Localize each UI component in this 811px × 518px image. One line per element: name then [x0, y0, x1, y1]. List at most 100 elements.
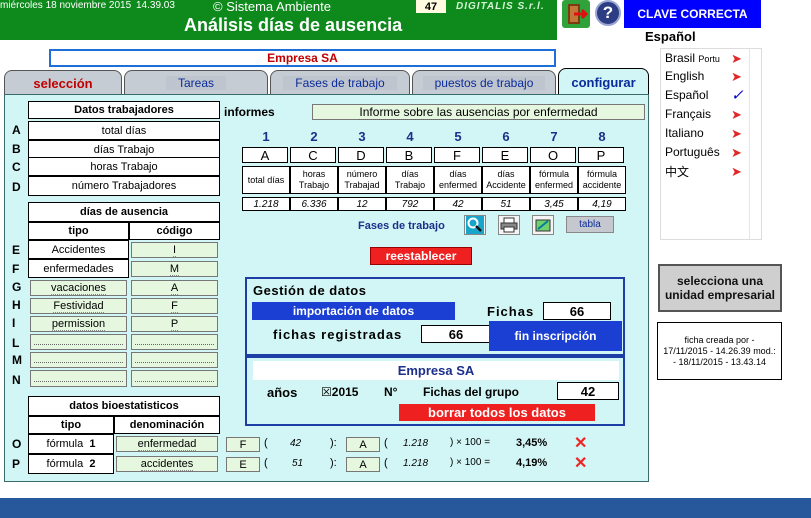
app-header: miércoles 18 noviembre 2015 14.39.03 © S… — [0, 0, 557, 40]
absence-code-input[interactable]: P — [131, 316, 218, 332]
absence-type-input[interactable] — [30, 370, 127, 387]
report-col-code[interactable]: A — [242, 147, 288, 163]
formula-multiplier: ) × 100 = — [450, 437, 491, 448]
report-col-code[interactable]: P — [578, 147, 624, 163]
language-item[interactable]: Italiano — [665, 126, 704, 140]
import-data-button[interactable]: importación de datos — [252, 302, 455, 320]
absence-type-input[interactable]: Festividad — [30, 298, 127, 314]
row-letter: O — [12, 437, 22, 451]
language-scrollbar[interactable] — [749, 49, 761, 239]
end-registration-button[interactable]: fin inscripción — [489, 321, 622, 351]
formula-numerator-code[interactable]: F — [226, 437, 260, 452]
date-label: miércoles 18 noviembre 2015 — [0, 0, 132, 11]
formula-name-input[interactable]: enfermedad — [116, 436, 218, 452]
reset-button[interactable]: reestablecer — [370, 247, 472, 265]
language-item[interactable]: Português — [665, 145, 720, 159]
formula-multiplier: ) × 100 = — [450, 457, 491, 468]
absence-type-input[interactable]: permission — [30, 316, 127, 332]
report-col-code[interactable]: D — [338, 147, 384, 163]
exit-door-icon — [568, 4, 588, 24]
printer-icon — [500, 217, 518, 233]
absence-type-input[interactable] — [30, 334, 127, 350]
group-fichas-value: 42 — [557, 382, 619, 400]
absence-type-input[interactable] — [30, 352, 127, 368]
tab-tareas[interactable]: Tareas — [124, 70, 268, 95]
phases-label: Fases de trabajo — [358, 220, 445, 232]
arrow-right-icon: ➤ — [731, 126, 742, 141]
formula-name-input[interactable]: accidentes — [116, 456, 218, 472]
report-col-code[interactable]: C — [290, 147, 336, 163]
report-col-code[interactable]: B — [386, 147, 432, 163]
year-checkbox[interactable]: ☒2015 — [321, 385, 358, 399]
export-button[interactable] — [532, 215, 554, 235]
absence-code-input[interactable] — [131, 334, 218, 350]
paren-close-colon: ): — [330, 437, 337, 449]
language-item[interactable]: Français — [665, 107, 711, 121]
absence-code-input[interactable]: I — [131, 242, 218, 258]
formula-denominator-code[interactable]: A — [346, 437, 380, 452]
report-col-code[interactable]: O — [530, 147, 576, 163]
paren-open: ( — [264, 437, 268, 449]
reports-label: informes — [224, 105, 275, 119]
absence-code-input[interactable]: A — [131, 280, 218, 296]
tab-configurar[interactable]: configurar — [558, 68, 649, 95]
report-col-head: número Trabajad — [338, 166, 386, 194]
absence-code-input[interactable]: M — [131, 261, 218, 277]
worker-row-label: horas Trabajo — [28, 157, 220, 176]
row-letter: C — [12, 160, 21, 174]
row-letter: P — [12, 457, 21, 471]
bio-title: datos bioestatisticos — [28, 396, 220, 416]
tab-puestos-de-trabajo[interactable]: puestos de trabajo — [412, 70, 556, 95]
row-letter: A — [12, 123, 21, 137]
formula-numerator-code[interactable]: E — [226, 457, 260, 472]
report-col-code[interactable]: F — [434, 147, 480, 163]
brand-label: DIGITALIS S.r.l. — [456, 1, 545, 12]
formula-denominator-code[interactable]: A — [346, 457, 380, 472]
arrow-right-icon: ➤ — [731, 145, 742, 160]
registered-value: 66 — [421, 325, 491, 343]
report-col-head: fórmula accidente — [578, 166, 626, 194]
report-col-number: 6 — [502, 129, 510, 144]
clave-status-button[interactable]: CLAVE CORRECTA — [624, 0, 761, 28]
report-col-value: 3,45 — [530, 197, 578, 211]
exit-button[interactable] — [562, 0, 590, 28]
worker-row-label: total días — [28, 121, 220, 140]
absence-code-input[interactable] — [131, 352, 218, 368]
language-list[interactable]: Brasil Portu ➤ English ➤ Español ✓ Franç… — [660, 48, 762, 240]
delete-x-icon[interactable]: ✕ — [574, 453, 587, 473]
absence-type-input[interactable]: vacaciones — [30, 280, 127, 296]
report-col-code[interactable]: E — [482, 147, 528, 163]
gestion-title: Gestión de datos — [253, 283, 367, 298]
absence-col-code: código — [129, 222, 220, 240]
group-company-name: Empresa SA — [253, 361, 619, 380]
report-selector[interactable]: Informe sobre las ausencias por enfermed… — [312, 104, 645, 120]
absence-code-input[interactable] — [131, 370, 218, 387]
tab-seleccion[interactable]: selección — [4, 70, 122, 95]
delete-all-button[interactable]: borrar todos los datos — [399, 404, 595, 421]
formula-type-cell: fórmula 2 — [28, 454, 114, 474]
report-col-number: 4 — [406, 129, 414, 144]
paren-close-colon: ): — [330, 457, 337, 469]
group-box: Empresa SA años ☒2015 N° Fichas del grup… — [245, 356, 625, 426]
tab-fases-de-trabajo[interactable]: Fases de trabajo — [270, 70, 410, 95]
print-button[interactable] — [498, 215, 520, 235]
export-icon — [535, 219, 551, 232]
report-col-value: 4,19 — [578, 197, 626, 211]
delete-x-icon[interactable]: ✕ — [574, 433, 587, 453]
search-button[interactable] — [464, 215, 486, 235]
language-item[interactable]: English — [665, 69, 704, 83]
help-button[interactable]: ? — [595, 0, 621, 26]
registered-label: fichas registradas — [273, 327, 403, 342]
report-col-head: días Trabajo — [386, 166, 434, 194]
paren-open: ( — [384, 457, 388, 469]
formula-numerator-value: 42 — [290, 438, 302, 449]
language-item[interactable]: 中文 — [665, 163, 689, 180]
language-item-active[interactable]: Español — [665, 88, 708, 102]
row-letter: L — [12, 336, 20, 350]
select-unit-button[interactable]: selecciona una unidad empresarial — [658, 264, 782, 312]
formula-result: 4,19% — [516, 457, 548, 469]
absence-code-input[interactable]: F — [131, 298, 218, 314]
language-item[interactable]: Brasil Portu — [665, 51, 720, 65]
row-letter: E — [12, 243, 21, 257]
tabla-button[interactable]: tabla — [566, 216, 614, 233]
